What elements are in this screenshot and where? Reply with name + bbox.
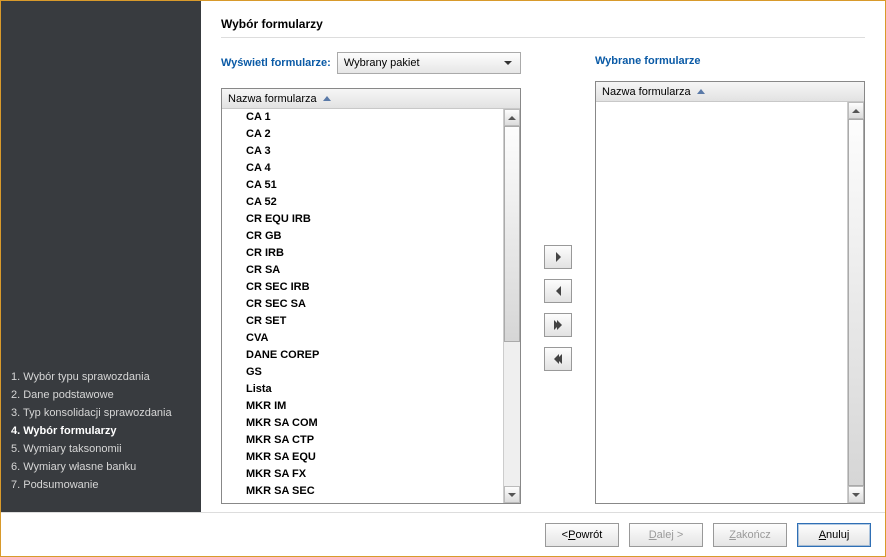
wizard-step[interactable]: 5. Wymiary taksonomii [11, 440, 191, 458]
move-all-right-button[interactable] [544, 313, 572, 337]
available-list-header-label: Nazwa formularza [228, 93, 317, 105]
page-title: Wybór formularzy [221, 17, 865, 31]
wizard-step[interactable]: 3. Typ konsolidacji sprawozdania [11, 404, 191, 422]
next-rest: alej > [657, 529, 684, 541]
selected-scrollbar[interactable] [847, 102, 864, 503]
cancel-rest: nuluj [826, 529, 849, 541]
triangle-left-icon [556, 286, 561, 296]
available-list-scroll[interactable]: CA 1CA 2CA 3CA 4CA 51CA 52CR EQU IRBCR G… [222, 109, 503, 503]
move-buttons-column [541, 52, 575, 504]
list-item[interactable]: Lista [222, 381, 503, 398]
list-item[interactable]: MKR SA FX [222, 466, 503, 483]
wizard-step[interactable]: 4. Wybór formularzy [11, 422, 191, 440]
list-item[interactable]: MKR SA CTP [222, 432, 503, 449]
list-item[interactable]: DANE COREP [222, 347, 503, 364]
list-item[interactable]: CA 4 [222, 160, 503, 177]
list-item[interactable]: MKR SA EQU [222, 449, 503, 466]
back-rest: owrót [575, 529, 602, 541]
back-button[interactable]: < Powrót [545, 523, 619, 547]
main-area: 1. Wybór typu sprawozdania2. Dane podsta… [1, 1, 885, 512]
content-area: Wybór formularzy Wyświetl formularze: Wy… [201, 1, 885, 512]
selected-forms-column: Wybrane formularze Nazwa formularza [595, 52, 865, 504]
move-right-button[interactable] [544, 245, 572, 269]
wizard-steps-sidebar: 1. Wybór typu sprawozdania2. Dane podsta… [1, 1, 201, 512]
filter-combobox[interactable]: Wybrany pakiet [337, 52, 521, 74]
finish-rest: akończ [736, 529, 771, 541]
list-item[interactable]: GS [222, 364, 503, 381]
move-all-left-button[interactable] [544, 347, 572, 371]
list-item[interactable]: CA 1 [222, 109, 503, 126]
double-triangle-left-icon [554, 354, 562, 364]
finish-button[interactable]: Zakończ [713, 523, 787, 547]
back-mnemonic: P [568, 529, 575, 541]
filter-selected-value: Wybrany pakiet [344, 57, 420, 69]
next-mnemonic: D [649, 529, 657, 541]
scroll-down-button[interactable] [848, 486, 864, 503]
arrow-down-icon [852, 493, 860, 497]
list-item[interactable]: CA 51 [222, 177, 503, 194]
divider [221, 37, 865, 38]
scroll-down-button[interactable] [504, 486, 520, 503]
double-triangle-right-icon [554, 320, 562, 330]
list-item[interactable]: CA 2 [222, 126, 503, 143]
arrow-up-icon [508, 116, 516, 120]
selected-list-header[interactable]: Nazwa formularza [596, 82, 864, 102]
available-list-body: CA 1CA 2CA 3CA 4CA 51CA 52CR EQU IRBCR G… [222, 109, 520, 503]
list-item[interactable]: CA 3 [222, 143, 503, 160]
arrow-up-icon [852, 109, 860, 113]
scroll-up-button[interactable] [848, 102, 864, 119]
arrow-down-icon [508, 493, 516, 497]
list-item[interactable]: CR GB [222, 228, 503, 245]
move-left-button[interactable] [544, 279, 572, 303]
wizard-step[interactable]: 6. Wymiary własne banku [11, 458, 191, 476]
wizard-footer: < Powrót Dalej > Zakończ Anuluj [1, 512, 885, 556]
wizard-window: 1. Wybór typu sprawozdania2. Dane podsta… [0, 0, 886, 557]
available-forms-listbox[interactable]: Nazwa formularza CA 1CA 2CA 3CA 4CA 51CA… [221, 88, 521, 504]
columns: Wyświetl formularze: Wybrany pakiet Nazw… [221, 52, 865, 504]
list-item[interactable]: MKR SA SEC [222, 483, 503, 500]
wizard-step[interactable]: 7. Podsumowanie [11, 476, 191, 494]
list-item[interactable]: CR SA [222, 262, 503, 279]
available-forms-column: Wyświetl formularze: Wybrany pakiet Nazw… [221, 52, 521, 504]
wizard-step[interactable]: 2. Dane podstawowe [11, 386, 191, 404]
finish-mnemonic: Z [729, 529, 736, 541]
list-item[interactable]: CR SET [222, 313, 503, 330]
list-item[interactable]: CR SEC IRB [222, 279, 503, 296]
scroll-track[interactable] [504, 126, 520, 486]
selected-list-scroll[interactable] [596, 102, 847, 503]
selected-list-header-label: Nazwa formularza [602, 86, 691, 98]
wizard-step[interactable]: 1. Wybór typu sprawozdania [11, 368, 191, 386]
next-button[interactable]: Dalej > [629, 523, 703, 547]
scroll-thumb[interactable] [504, 126, 520, 342]
list-item[interactable]: CA 52 [222, 194, 503, 211]
list-item[interactable]: MKR IM [222, 398, 503, 415]
list-item[interactable]: CR EQU IRB [222, 211, 503, 228]
available-list-header[interactable]: Nazwa formularza [222, 89, 520, 109]
triangle-right-icon [556, 252, 561, 262]
selected-section-label: Wybrane formularze [595, 52, 865, 67]
list-item[interactable]: MKR SA COM [222, 415, 503, 432]
selected-forms-listbox[interactable]: Nazwa formularza [595, 81, 865, 504]
selected-list-body [596, 102, 864, 503]
scroll-track[interactable] [848, 119, 864, 486]
cancel-button[interactable]: Anuluj [797, 523, 871, 547]
filter-label: Wyświetl formularze: [221, 57, 331, 69]
list-item[interactable]: CVA [222, 330, 503, 347]
filter-row: Wyświetl formularze: Wybrany pakiet [221, 52, 521, 74]
list-item[interactable]: MKR SA TDI [222, 500, 503, 503]
sort-ascending-icon [697, 89, 705, 94]
scroll-up-button[interactable] [504, 109, 520, 126]
cancel-mnemonic: A [819, 529, 826, 541]
list-item[interactable]: CR IRB [222, 245, 503, 262]
scroll-thumb[interactable] [848, 119, 864, 486]
sort-ascending-icon [323, 96, 331, 101]
list-item[interactable]: CR SEC SA [222, 296, 503, 313]
available-scrollbar[interactable] [503, 109, 520, 503]
